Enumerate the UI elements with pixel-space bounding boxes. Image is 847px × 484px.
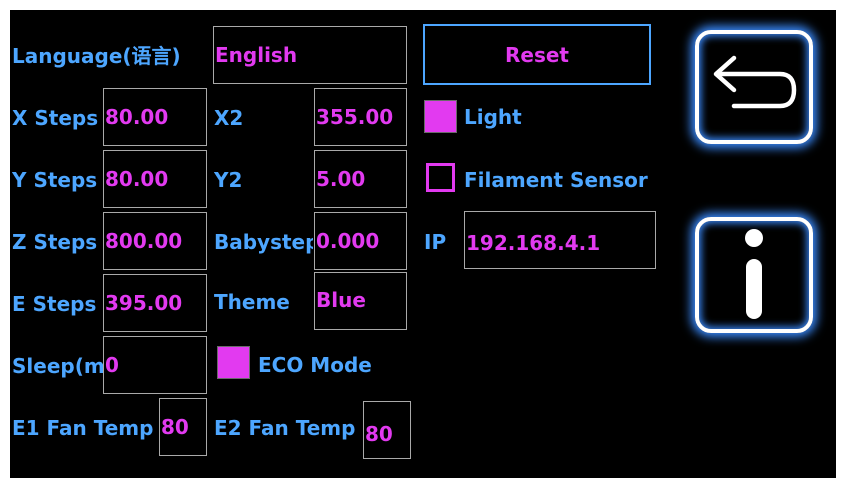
x2-label: X2 [214,106,244,130]
sleep-value: 0 [105,353,119,377]
ip-value: 192.168.4.1 [466,231,601,255]
back-arrow-icon [713,55,797,109]
e2-fan-temp-input[interactable]: 80 [363,401,411,459]
x-steps-input[interactable]: 80.00 [103,88,207,146]
z-steps-value: 800.00 [105,229,183,253]
light-label: Light [464,105,522,129]
settings-screen: Language(语言) English X Steps 80.00 Y Ste… [10,10,836,478]
sleep-label: Sleep(m [12,354,104,378]
x2-input[interactable]: 355.00 [314,88,407,146]
eco-mode-checkbox[interactable] [217,346,250,379]
e2-fan-temp-value: 80 [365,422,393,446]
y-steps-input[interactable]: 80.00 [103,150,207,208]
y2-value: 5.00 [316,167,366,191]
light-checkbox[interactable] [424,100,457,133]
reset-button[interactable]: Reset [423,24,651,85]
ip-field[interactable]: 192.168.4.1 [464,211,656,269]
filament-sensor-checkbox[interactable] [426,163,455,192]
eco-mode-label: ECO Mode [258,353,372,377]
info-icon [745,229,763,319]
filament-sensor-label: Filament Sensor [464,168,648,192]
y-steps-value: 80.00 [105,167,169,191]
language-label: Language(语言) [12,44,181,68]
x-steps-value: 80.00 [105,105,169,129]
info-button[interactable] [695,217,813,333]
reset-label: Reset [505,42,569,67]
z-steps-label: Z Steps [12,230,98,254]
z-steps-input[interactable]: 800.00 [103,212,207,270]
theme-label: Theme [214,290,290,314]
ip-label: IP [424,230,447,254]
babystep-label: Babystep [214,230,313,254]
e1-fan-temp-value: 80 [161,415,189,439]
back-button[interactable] [695,30,813,144]
x2-value: 355.00 [316,105,394,129]
babystep-value: 0.000 [316,229,380,253]
y2-input[interactable]: 5.00 [314,150,407,208]
theme-value: Blue [316,288,366,312]
language-value: English [215,43,298,67]
babystep-input[interactable]: 0.000 [314,212,407,270]
y2-label: Y2 [214,168,243,192]
e1-fan-temp-input[interactable]: 80 [159,398,207,456]
theme-select[interactable]: Blue [314,272,407,330]
e-steps-value: 395.00 [105,291,183,315]
e-steps-input[interactable]: 395.00 [103,274,207,332]
language-select[interactable]: English [213,26,407,84]
sleep-input[interactable]: 0 [103,336,207,394]
y-steps-label: Y Steps [12,168,98,192]
x-steps-label: X Steps [12,106,99,130]
e-steps-label: E Steps [12,292,97,316]
e2-fan-temp-label: E2 Fan Temp [214,416,356,440]
e1-fan-temp-label: E1 Fan Temp [12,416,154,440]
